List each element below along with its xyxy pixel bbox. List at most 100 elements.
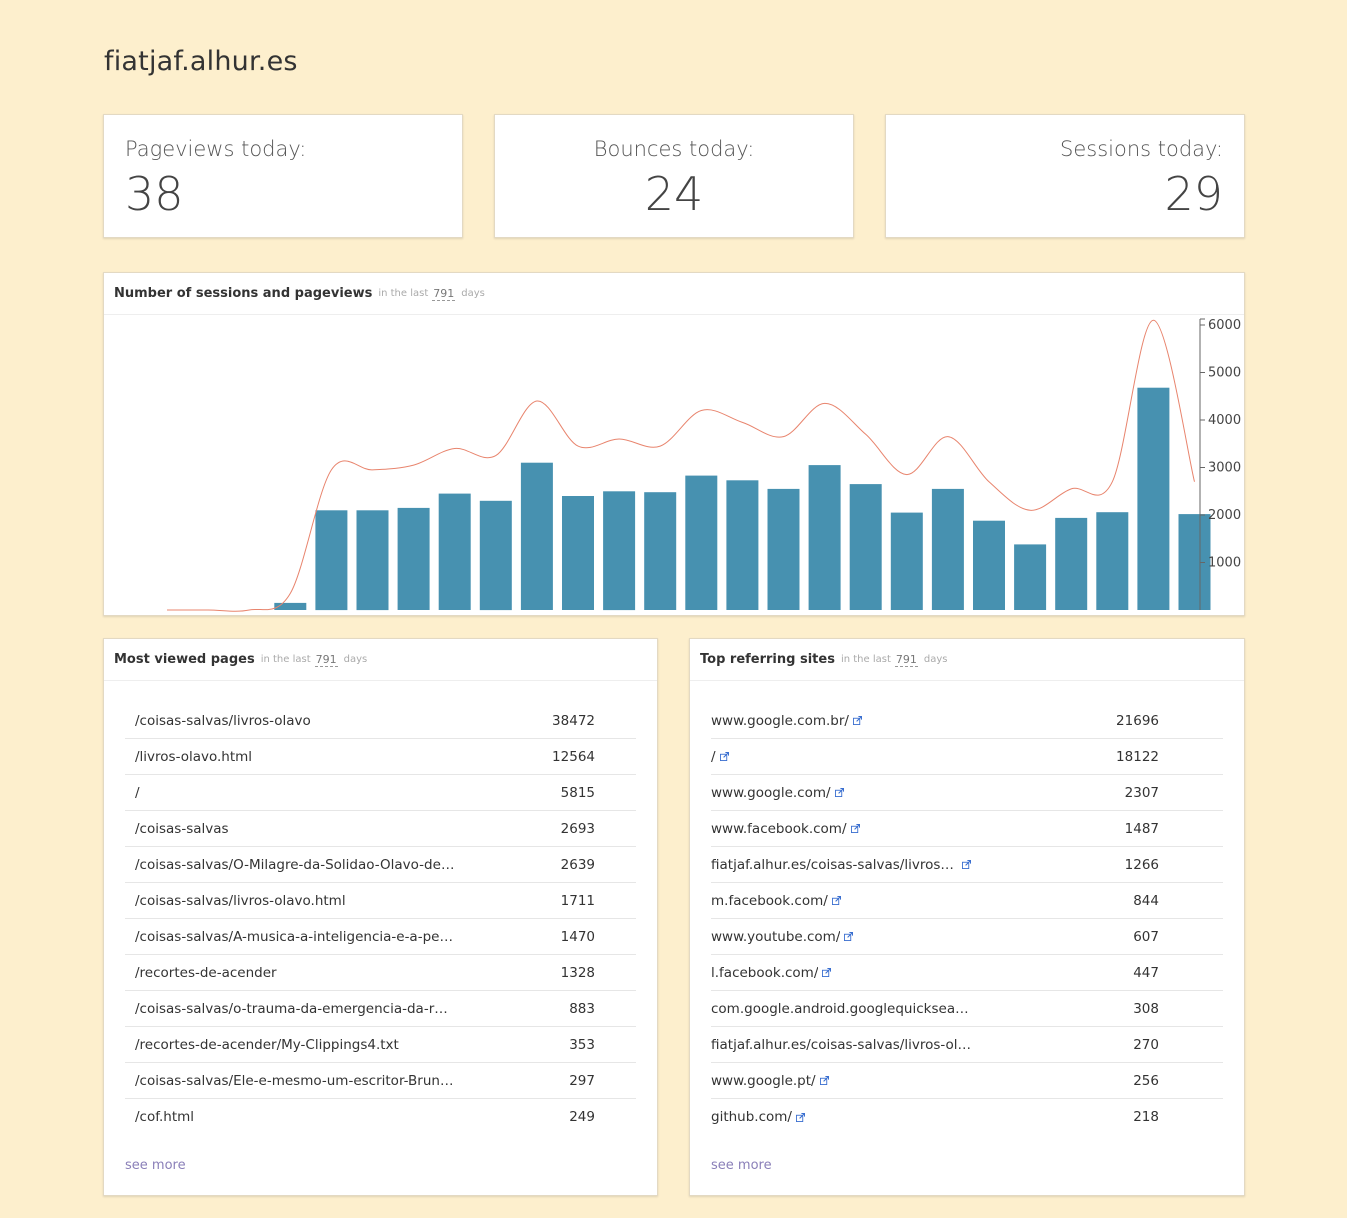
page-count: 297 [569, 1072, 595, 1089]
sessions-today-card: Sessions today: 29 [885, 114, 1245, 238]
chart-bar [644, 492, 677, 610]
table-row: l.facebook.com/447 [711, 955, 1223, 991]
external-link-icon[interactable] [831, 896, 841, 905]
most-viewed-list: /coisas-salvas/livros-olavo 38472/livros-… [125, 703, 636, 1135]
top-referrers-see-more-link[interactable]: see more [711, 1158, 772, 1173]
period-prefix: in the last [840, 654, 891, 665]
pageviews-today-card: Pageviews today: 38 [103, 114, 463, 238]
external-link-icon[interactable] [962, 860, 971, 869]
chart-bar [1137, 387, 1170, 610]
bounces-today-card: Bounces today: 24 [494, 114, 854, 238]
table-row: /coisas-salvas/o-trauma-da-emergencia-da… [125, 991, 636, 1027]
chart-bar [438, 493, 471, 610]
period-days-selector[interactable]: 791 [894, 653, 918, 667]
chart-bar [685, 475, 718, 610]
bounces-today-value: 24 [644, 167, 704, 221]
external-link-icon[interactable] [795, 1112, 805, 1122]
page-path: /livros-olavo.html [135, 748, 253, 765]
page-path: /recortes-de-acender/My-Clippings4.txt [135, 1036, 399, 1053]
referrer-count: 1266 [1124, 856, 1159, 873]
page-path: /coisas-salvas/livros-olavo [135, 712, 311, 729]
chart-y-tick-label: 2000 [1208, 508, 1241, 523]
period-days-selector[interactable]: 791 [314, 653, 338, 667]
referrer-site-text: www.google.com/ [711, 784, 831, 801]
sessions-today-label: Sessions today: [1060, 137, 1223, 161]
table-row: /recortes-de-acender/My-Clippings4.txt 35… [125, 1027, 636, 1063]
table-row: /coisas-salvas/A-musica-a-inteligencia-e… [125, 919, 636, 955]
bounces-today-label: Bounces today: [593, 137, 755, 161]
referrer-count: 21696 [1116, 712, 1159, 729]
period-suffix: days [461, 288, 485, 299]
referrer-site-text: github.com/ [711, 1109, 792, 1125]
referrer-count: 2307 [1124, 784, 1159, 801]
table-row: / 18122 [711, 739, 1223, 775]
external-link-icon[interactable] [852, 716, 862, 725]
period-prefix: in the last [378, 288, 429, 299]
period-suffix: days [343, 654, 368, 665]
chart-bar [849, 484, 882, 610]
table-row: github.com/218 [711, 1099, 1223, 1135]
page-path: /recortes-de-acender [135, 964, 277, 981]
referrer-count: 1487 [1124, 820, 1159, 837]
referrer-site: www.facebook.com/ [711, 821, 971, 837]
table-row: / 5815 [125, 775, 636, 811]
page-count: 249 [569, 1109, 595, 1125]
referrer-count: 270 [1133, 1036, 1159, 1053]
most-viewed-header: Most viewed pages in the last 791 days [104, 639, 657, 681]
external-link-icon[interactable] [850, 824, 860, 833]
chart-y-tick-label: 6000 [1208, 318, 1241, 333]
referrer-count: 447 [1133, 964, 1159, 981]
most-viewed-see-more-link[interactable]: see more [125, 1158, 186, 1173]
table-row: /livros-olavo.html 12564 [125, 739, 636, 775]
table-row: com.google.android.googlequicksearchbo… 3… [711, 991, 1223, 1027]
pageviews-today-label: Pageviews today: [125, 137, 307, 161]
referrer-site: / [711, 749, 971, 765]
page-count: 38472 [552, 712, 595, 729]
page-path: /coisas-salvas/Ele-e-mesmo-um-escritor-B… [135, 1072, 455, 1089]
page-count: 2693 [560, 820, 595, 837]
table-row: /coisas-salvas/livros-olavo 38472 [125, 703, 636, 739]
chart-y-tick-label: 3000 [1208, 461, 1241, 476]
table-row: www.facebook.com/1487 [711, 811, 1223, 847]
referrer-site-text: www.youtube.com/ [711, 928, 841, 945]
referrer-site-text: com.google.android.googlequicksearchbo… [711, 1000, 971, 1017]
external-link-icon[interactable] [834, 788, 844, 797]
external-link-icon[interactable] [822, 968, 832, 977]
referrer-site: github.com/ [711, 1109, 971, 1125]
site-title: fiatjaf.alhur.es [104, 46, 298, 77]
referrer-count: 844 [1133, 892, 1159, 909]
page-count: 1328 [560, 964, 595, 981]
referrer-site: www.google.com/ [711, 785, 971, 801]
table-row: fiatjaf.alhur.es/coisas-salvas/livros-ol… [711, 1027, 1223, 1063]
chart-bar [603, 491, 636, 611]
sessions-pageviews-chart-panel: Number of sessions and pageviews in the … [103, 272, 1245, 616]
external-link-icon[interactable] [844, 932, 854, 941]
page-count: 1470 [560, 928, 595, 945]
chart-bar [931, 488, 964, 610]
referrer-site-text: fiatjaf.alhur.es/coisas-salvas/livros-ol… [711, 856, 958, 873]
period-days-selector[interactable]: 791 [432, 287, 456, 301]
chart-bar [1055, 517, 1088, 610]
chart-y-tick-label: 5000 [1208, 366, 1241, 381]
referrer-site-text: www.google.pt/ [711, 1072, 816, 1089]
page-path: /coisas-salvas/A-musica-a-inteligencia-e… [135, 928, 455, 945]
page-count: 2639 [560, 856, 595, 873]
chart-bar [356, 510, 389, 611]
chart-y-tick-label: 4000 [1208, 413, 1241, 428]
period-prefix: in the last [260, 654, 311, 665]
referrer-site: com.google.android.googlequicksearchbo… [711, 1001, 971, 1017]
chart-bar [808, 465, 841, 610]
referrer-site: m.facebook.com/ [711, 893, 971, 909]
referrer-count: 18122 [1116, 748, 1159, 765]
sessions-pageviews-chart: 1000 2000 3000 4000 5000 6000 [167, 318, 1241, 612]
external-link-icon[interactable] [719, 752, 729, 761]
table-row: www.google.com.br/21696 [711, 703, 1223, 739]
referrer-site: www.youtube.com/ [711, 929, 971, 945]
page-path: /coisas-salvas [135, 820, 229, 837]
chart-bar [562, 496, 594, 610]
chart-bar [726, 480, 759, 610]
table-row: /coisas-salvas/Ele-e-mesmo-um-escritor-B… [125, 1063, 636, 1099]
referrer-site: www.google.pt/ [711, 1073, 971, 1089]
chart-bar [479, 500, 512, 611]
external-link-icon[interactable] [819, 1076, 829, 1085]
